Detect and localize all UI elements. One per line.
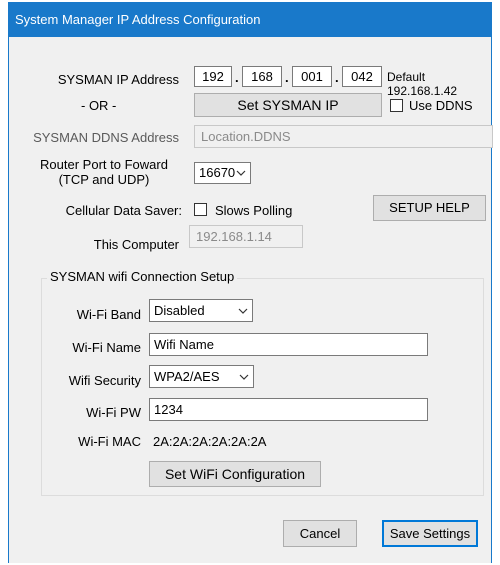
use-ddns-label: Use DDNS <box>409 98 473 113</box>
chevron-down-icon <box>238 308 248 314</box>
wifi-mac-value: 2A:2A:2A:2A:2A:2A <box>153 434 267 449</box>
slows-polling-label: Slows Polling <box>215 203 293 218</box>
wifi-band-select[interactable]: Disabled <box>149 299 253 322</box>
wifi-band-value: Disabled <box>154 303 205 318</box>
router-port-label: Router Port to Foward (TCP and UDP) <box>29 157 179 187</box>
this-computer-label: This Computer <box>93 237 179 252</box>
ip-dot-2: . <box>285 70 289 85</box>
chevron-down-icon <box>236 170 246 176</box>
router-port-select[interactable]: 16670 <box>194 162 251 184</box>
window-title: System Manager IP Address Configuration <box>9 3 491 37</box>
ip-octet-1[interactable]: 192 <box>194 66 232 87</box>
ddns-address-input[interactable]: Location.DDNS <box>194 125 493 148</box>
config-dialog: System Manager IP Address Configuration … <box>8 2 493 563</box>
ip-dot-1: . <box>235 70 239 85</box>
slows-polling-checkbox[interactable] <box>194 203 207 216</box>
ip-octet-4[interactable]: 042 <box>342 66 382 87</box>
wifi-mac-label: Wi-Fi MAC <box>78 434 141 449</box>
wifi-group-title: SYSMAN wifi Connection Setup <box>47 269 238 284</box>
ip-octet-2[interactable]: 168 <box>242 66 282 87</box>
cellular-saver-label: Cellular Data Saver: <box>65 203 182 218</box>
wifi-security-select[interactable]: WPA2/AES <box>149 365 254 388</box>
setup-help-button[interactable]: SETUP HELP <box>373 195 486 221</box>
wifi-security-label: Wifi Security <box>68 373 141 388</box>
save-settings-button[interactable]: Save Settings <box>382 520 478 547</box>
router-port-value: 16670 <box>199 165 236 180</box>
set-wifi-config-button[interactable]: Set WiFi Configuration <box>149 461 321 487</box>
wifi-band-label: Wi-Fi Band <box>76 307 141 322</box>
use-ddns-checkbox[interactable] <box>390 99 403 112</box>
this-computer-ip-field: 192.168.1.14 <box>189 225 303 248</box>
wifi-password-input[interactable]: 1234 <box>149 398 428 421</box>
wifi-pw-label: Wi-Fi PW <box>86 405 141 420</box>
ddns-address-label: SYSMAN DDNS Address <box>33 130 179 145</box>
router-port-label-line1: Router Port to Foward <box>40 157 168 172</box>
wifi-name-label: Wi-Fi Name <box>72 340 141 355</box>
ip-dot-3: . <box>335 70 339 85</box>
wifi-name-input[interactable]: Wifi Name <box>149 333 428 356</box>
router-port-label-line2: (TCP and UDP) <box>58 172 150 187</box>
set-sysman-ip-button[interactable]: Set SYSMAN IP <box>194 93 382 117</box>
wifi-security-value: WPA2/AES <box>154 369 220 384</box>
chevron-down-icon <box>239 374 249 380</box>
ip-octet-3[interactable]: 001 <box>292 66 332 87</box>
cancel-button[interactable]: Cancel <box>283 520 357 547</box>
or-separator-text: - OR - <box>81 98 117 113</box>
ip-default-note: Default 192.168.1.42 <box>387 70 458 98</box>
ip-address-label: SYSMAN IP Address <box>57 72 179 87</box>
